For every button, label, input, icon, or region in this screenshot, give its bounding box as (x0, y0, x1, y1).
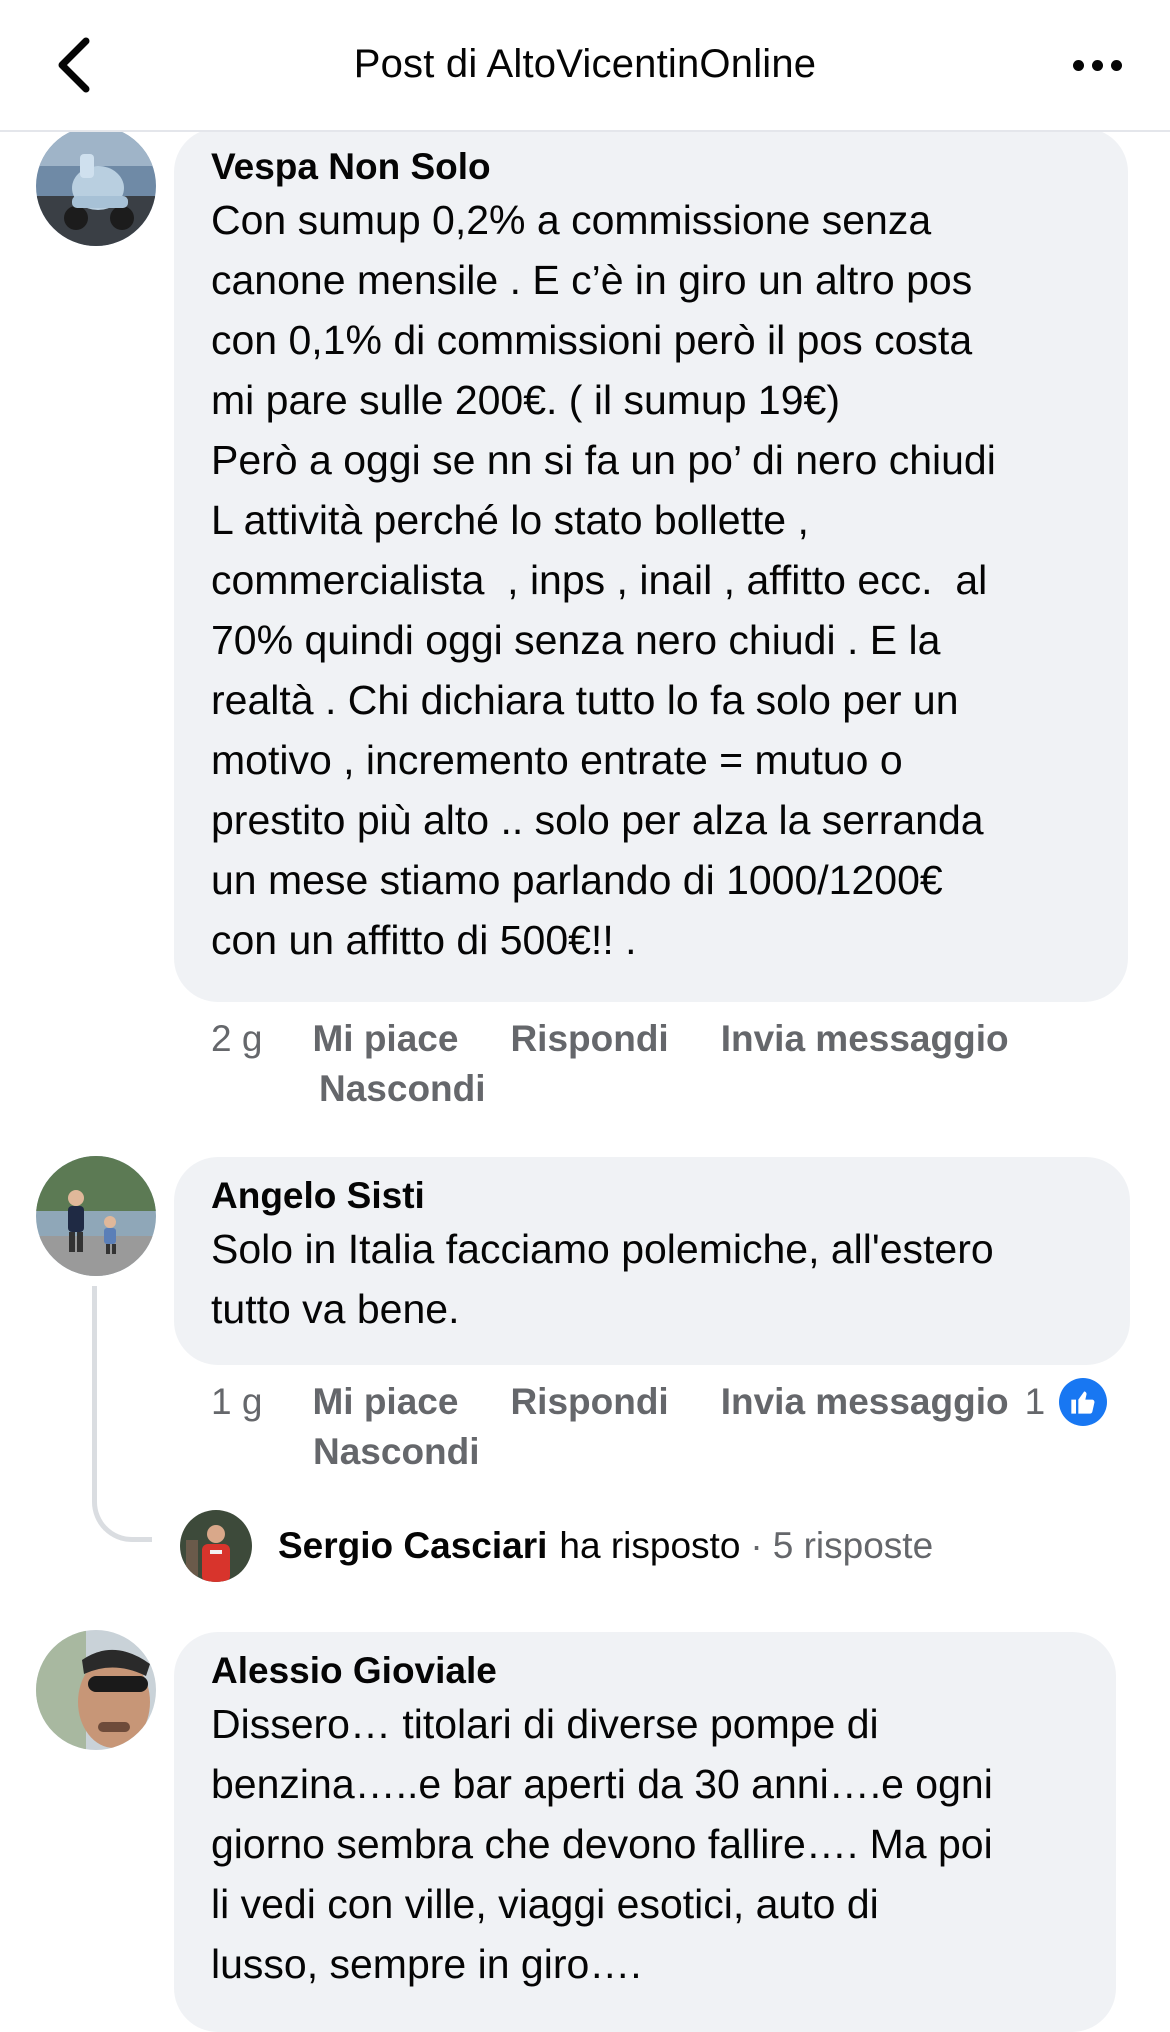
send-message-button[interactable]: Invia messaggio (721, 1014, 1009, 1064)
like-count[interactable]: 1 (1025, 1377, 1046, 1427)
page-title: Post di AltoVicentinOnline (353, 42, 817, 86)
person-avatar-image (180, 1510, 252, 1582)
view-replies-button[interactable]: Sergio Casciari ha risposto · 5 risposte (180, 1508, 933, 1584)
reply-verb: ha risposto (559, 1525, 741, 1566)
comment-actions: 1 g Mi piace Rispondi Invia messaggio 1 … (211, 1377, 1108, 1477)
more-options-button[interactable] (1062, 40, 1132, 90)
reply-count: 5 risposte (772, 1525, 934, 1566)
hide-button[interactable]: Nascondi (313, 1427, 480, 1477)
hide-button[interactable]: Nascondi (319, 1064, 486, 1114)
avatar[interactable] (36, 126, 156, 246)
comment-text: Con sumup 0,2% a commissione senza canon… (211, 197, 996, 963)
reply-button[interactable]: Rispondi (510, 1377, 668, 1427)
person-avatar-image (36, 1630, 156, 1750)
separator: · (750, 1525, 763, 1566)
comment-bubble: Angelo Sisti Solo in Italia facciamo pol… (174, 1157, 1130, 1365)
comment-actions: 2 g Mi piace Rispondi Invia messaggio Na… (211, 1014, 1061, 1114)
comment-author[interactable]: Angelo Sisti (211, 1173, 1094, 1219)
thread-connector (92, 1286, 152, 1542)
person-avatar-image (36, 1156, 156, 1276)
comment-text: Dissero… titolari di diverse pompe di be… (211, 1701, 993, 1987)
comment-bubble: Alessio Gioviale Dissero… titolari di di… (174, 1632, 1116, 2032)
comment-time[interactable]: 2 g (211, 1014, 262, 1064)
like-button[interactable]: Mi piace (312, 1014, 458, 1064)
comment-bubble: Vespa Non Solo Con sumup 0,2% a commissi… (174, 128, 1128, 1002)
avatar[interactable] (36, 1156, 156, 1276)
more-horizontal-icon (1072, 59, 1084, 71)
comment-time[interactable]: 1 g (211, 1377, 262, 1427)
send-message-button[interactable]: Invia messaggio (721, 1377, 1009, 1427)
reply-author: Sergio Casciari (278, 1525, 548, 1566)
like-button[interactable]: Mi piace (312, 1377, 458, 1427)
scooter-avatar-image (36, 126, 156, 246)
avatar (180, 1510, 252, 1582)
comment-text: Solo in Italia facciamo polemiche, all'e… (211, 1226, 994, 1332)
more-horizontal-icon (1110, 59, 1122, 71)
top-bar: Post di AltoVicentinOnline (0, 0, 1170, 132)
comment-author[interactable]: Vespa Non Solo (211, 144, 1092, 190)
reply-button[interactable]: Rispondi (510, 1014, 668, 1064)
more-horizontal-icon (1091, 59, 1103, 71)
thumbs-up-icon[interactable] (1059, 1378, 1108, 1426)
avatar[interactable] (36, 1630, 156, 1750)
comment-author[interactable]: Alessio Gioviale (211, 1648, 1080, 1694)
